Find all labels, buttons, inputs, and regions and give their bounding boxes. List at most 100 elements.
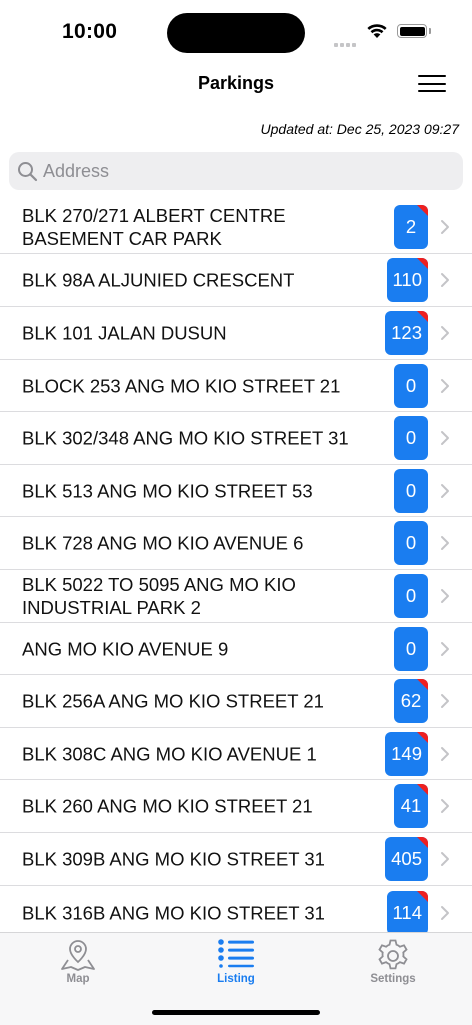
search-icon bbox=[18, 162, 38, 182]
available-lots-count: 2 bbox=[405, 215, 417, 237]
available-lots-badge: 41 bbox=[394, 784, 428, 828]
parking-name: BLK 256A ANG MO KIO STREET 21 bbox=[22, 690, 324, 712]
available-lots-badge: 405 bbox=[385, 837, 428, 881]
search-bar[interactable] bbox=[9, 152, 463, 190]
chevron-right-icon bbox=[441, 905, 449, 920]
parking-row[interactable]: BLK 5022 TO 5095 ANG MO KIO INDUSTRIAL P… bbox=[0, 570, 472, 623]
available-lots-count: 0 bbox=[405, 637, 417, 659]
parking-name: BLK 316B ANG MO KIO STREET 31 bbox=[22, 902, 325, 923]
chevron-right-icon bbox=[441, 746, 449, 761]
parking-name: BLK 308C ANG MO KIO AVENUE 1 bbox=[22, 743, 317, 764]
parking-name: BLK 270/271 ALBERT CENTRE BASEMENT CAR P… bbox=[22, 204, 286, 249]
battery-tip bbox=[429, 28, 431, 34]
cellular-signal-icon bbox=[334, 34, 358, 52]
available-lots-count: 0 bbox=[405, 585, 417, 606]
parking-row[interactable]: BLK 260 ANG MO KIO STREET 21 41 bbox=[0, 780, 472, 833]
available-lots-count: 405 bbox=[391, 848, 422, 869]
available-lots-badge: 62 bbox=[394, 679, 428, 723]
parking-name: BLK 98A ALJUNIED CRESCENT bbox=[22, 269, 295, 291]
chevron-right-icon bbox=[441, 589, 449, 603]
chevron-right-icon bbox=[441, 799, 449, 813]
status-flag-icon bbox=[417, 890, 428, 902]
available-lots-badge: 114 bbox=[386, 890, 428, 935]
gear-icon bbox=[378, 939, 408, 970]
available-lots-count: 114 bbox=[392, 901, 423, 923]
parking-row[interactable]: BLK 270/271 ALBERT CENTRE BASEMENT CAR P… bbox=[0, 200, 472, 254]
tab-label: Map bbox=[66, 973, 90, 985]
parking-row[interactable]: BLK 302/348 ANG MO KIO STREET 31 0 bbox=[0, 412, 472, 465]
dynamic-island bbox=[167, 13, 305, 53]
available-lots-count: 0 bbox=[405, 374, 417, 396]
parking-name: BLK 302/348 ANG MO KIO STREET 31 bbox=[22, 427, 349, 449]
battery-icon bbox=[397, 24, 427, 38]
chevron-right-icon bbox=[441, 483, 449, 498]
chevron-right-icon bbox=[441, 852, 449, 866]
chevron-right-icon bbox=[441, 326, 449, 340]
parking-row[interactable]: ANG MO KIO AVENUE 9 0 bbox=[0, 623, 472, 675]
page-title: Parkings bbox=[197, 73, 275, 93]
available-lots-badge: 0 bbox=[394, 416, 428, 460]
chevron-right-icon bbox=[441, 273, 449, 287]
parking-name: BLK 513 ANG MO KIO STREET 53 bbox=[22, 480, 313, 501]
chevron-right-icon bbox=[441, 378, 449, 393]
parking-row[interactable]: BLK 101 JALAN DUSUN 123 bbox=[0, 307, 472, 360]
available-lots-badge: 149 bbox=[385, 731, 428, 776]
parking-list: BLK 270/271 ALBERT CENTRE BASEMENT CAR P… bbox=[0, 200, 472, 940]
home-indicator bbox=[152, 1010, 320, 1015]
status-flag-icon bbox=[417, 311, 428, 322]
available-lots-badge: 123 bbox=[385, 311, 428, 355]
list-icon bbox=[218, 939, 254, 968]
parking-row[interactable]: BLK 513 ANG MO KIO STREET 53 0 bbox=[0, 465, 472, 517]
parking-name: BLK 728 ANG MO KIO AVENUE 6 bbox=[22, 532, 304, 554]
wifi-icon bbox=[367, 24, 387, 38]
available-lots-count: 41 bbox=[400, 795, 422, 816]
available-lots-badge: 0 bbox=[394, 363, 428, 408]
parking-name: BLK 309B ANG MO KIO STREET 31 bbox=[22, 848, 325, 870]
status-bar: 10:00 bbox=[0, 0, 472, 64]
tab-label: Listing bbox=[217, 973, 255, 985]
available-lots-badge: 0 bbox=[394, 574, 428, 618]
tab-listing[interactable]: Listing bbox=[176, 933, 296, 993]
chevron-right-icon bbox=[441, 431, 449, 445]
available-lots-count: 149 bbox=[391, 742, 422, 764]
parking-name: BLK 5022 TO 5095 ANG MO KIO INDUSTRIAL P… bbox=[22, 574, 296, 618]
available-lots-badge: 0 bbox=[394, 626, 428, 671]
parking-row[interactable]: BLK 728 ANG MO KIO AVENUE 6 0 bbox=[0, 517, 472, 570]
available-lots-count: 0 bbox=[405, 532, 417, 553]
parking-name: BLK 101 JALAN DUSUN bbox=[22, 322, 227, 344]
chevron-right-icon bbox=[441, 536, 449, 550]
status-flag-icon bbox=[417, 784, 428, 795]
available-lots-badge: 110 bbox=[386, 258, 428, 302]
parking-row[interactable]: BLOCK 253 ANG MO KIO STREET 21 0 bbox=[0, 360, 472, 412]
parking-row[interactable]: BLK 309B ANG MO KIO STREET 31 405 bbox=[0, 833, 472, 886]
status-flag-icon bbox=[417, 837, 428, 848]
updated-at-label: Updated at: Dec 25, 2023 09:27 bbox=[260, 121, 459, 137]
status-flag-icon bbox=[417, 258, 428, 269]
parking-row[interactable]: BLK 256A ANG MO KIO STREET 21 62 bbox=[0, 675, 472, 728]
parking-row[interactable]: BLK 98A ALJUNIED CRESCENT 110 bbox=[0, 254, 472, 307]
available-lots-badge: 0 bbox=[394, 468, 428, 513]
available-lots-count: 62 bbox=[400, 690, 422, 711]
status-flag-icon bbox=[417, 204, 428, 216]
chevron-right-icon bbox=[441, 694, 449, 708]
parking-name: BLOCK 253 ANG MO KIO STREET 21 bbox=[22, 375, 341, 396]
status-flag-icon bbox=[417, 731, 428, 743]
chevron-right-icon bbox=[441, 641, 449, 656]
tab-label: Settings bbox=[370, 973, 416, 985]
available-lots-count: 0 bbox=[405, 479, 417, 501]
status-time: 10:00 bbox=[62, 20, 118, 43]
tab-map[interactable]: Map bbox=[18, 933, 138, 993]
parking-row[interactable]: BLK 308C ANG MO KIO AVENUE 1 149 bbox=[0, 728, 472, 780]
status-flag-icon bbox=[417, 679, 428, 690]
chevron-right-icon bbox=[441, 219, 449, 234]
available-lots-count: 0 bbox=[405, 427, 417, 448]
parking-name: ANG MO KIO AVENUE 9 bbox=[22, 638, 229, 659]
available-lots-badge: 0 bbox=[394, 521, 428, 565]
hamburger-menu-icon[interactable] bbox=[416, 74, 448, 94]
available-lots-badge: 2 bbox=[394, 204, 428, 249]
map-icon bbox=[61, 940, 95, 971]
tab-settings[interactable]: Settings bbox=[333, 933, 453, 993]
parking-name: BLK 260 ANG MO KIO STREET 21 bbox=[22, 795, 313, 817]
available-lots-count: 123 bbox=[391, 322, 422, 343]
search-input[interactable] bbox=[43, 152, 443, 190]
